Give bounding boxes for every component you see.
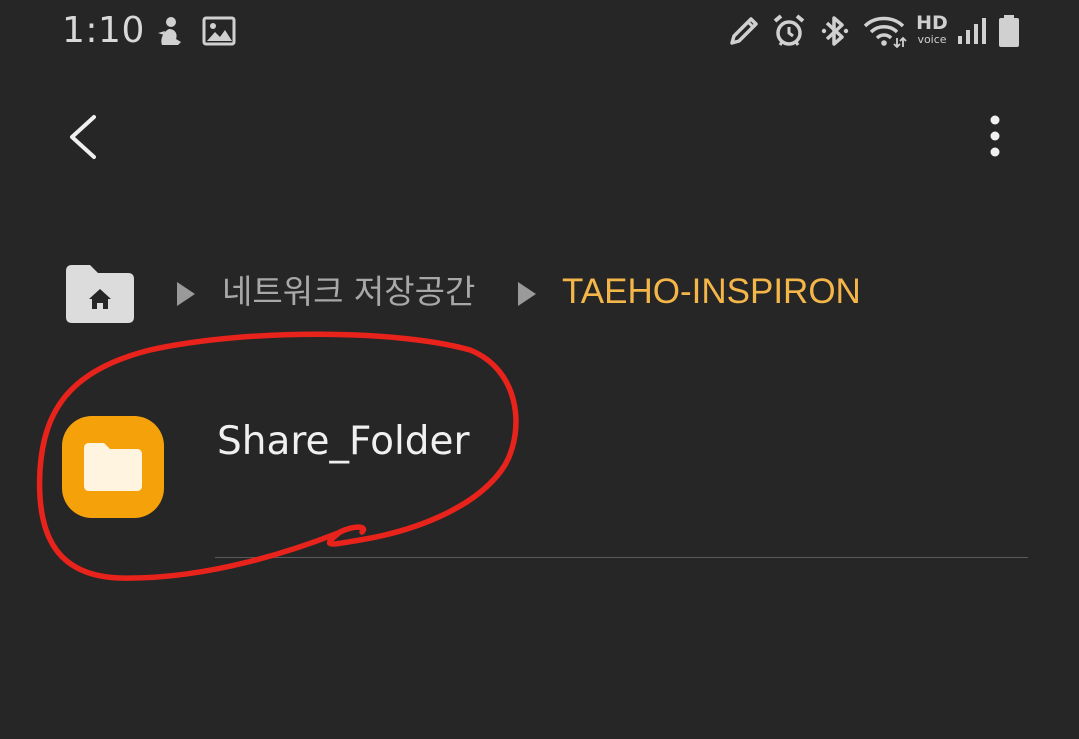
file-list: Share_Folder <box>0 380 1079 558</box>
home-folder-icon <box>66 265 134 323</box>
signal-icon <box>955 14 987 48</box>
breadcrumb: 네트워크 저장공간 TAEHO-INSPIRON <box>0 255 1079 335</box>
breadcrumb-separator-icon <box>516 280 538 308</box>
voice-label: voice <box>917 33 947 46</box>
breadcrumb-separator-icon <box>175 280 197 308</box>
more-vertical-icon <box>990 115 1000 157</box>
wifi-icon <box>862 14 908 48</box>
more-options-button[interactable] <box>970 108 1020 168</box>
bluetooth-icon <box>818 14 852 48</box>
folder-icon <box>62 416 164 518</box>
status-time: 1:10 <box>62 10 145 51</box>
list-item-share-folder[interactable]: Share_Folder <box>0 380 1079 558</box>
breadcrumb-current-location[interactable]: TAEHO-INSPIRON <box>562 271 861 313</box>
hd-label: HD <box>916 12 948 34</box>
alarm-icon <box>770 14 808 48</box>
breadcrumb-network-storage[interactable]: 네트워크 저장공간 <box>222 271 475 313</box>
folder-name: Share_Folder <box>217 419 470 464</box>
back-button[interactable] <box>58 105 114 169</box>
status-bar: 1:10 HD voice <box>0 0 1079 66</box>
list-divider <box>215 557 1028 558</box>
image-notification-icon <box>200 14 238 48</box>
red-circle-annotation <box>36 331 519 581</box>
breadcrumb-home[interactable] <box>62 261 138 323</box>
hd-voice-icon: HD voice <box>912 12 952 46</box>
battery-icon <box>994 14 1024 48</box>
screen: 1:10 HD voice 네트워크 저장공간 TAEHO-INSPIRON S… <box>0 0 1079 739</box>
edit-icon <box>726 14 762 48</box>
person-notification-icon <box>152 14 186 48</box>
chevron-left-icon <box>70 115 96 159</box>
